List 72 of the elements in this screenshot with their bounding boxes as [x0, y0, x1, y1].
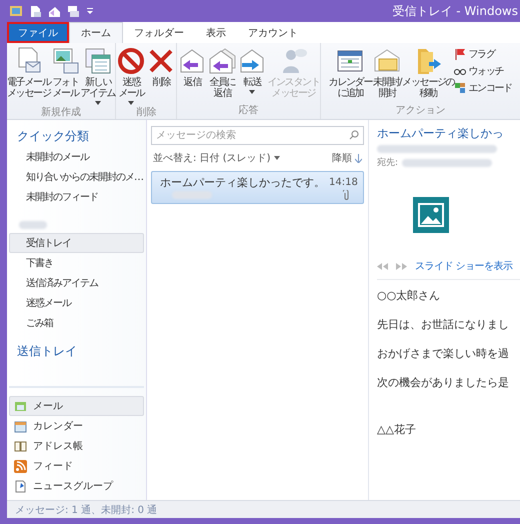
quick-view-item[interactable]: 知り合いからの未開封のメ… [9, 167, 144, 187]
book-icon [14, 440, 27, 452]
folder-item[interactable]: 迷惑メール [9, 293, 144, 313]
no-entry-icon [116, 46, 146, 76]
photo-mail-icon [50, 46, 81, 76]
calendar-icon [14, 420, 27, 432]
body-text: △△花子 [377, 422, 417, 437]
group-label: 応答 [238, 104, 258, 118]
folder-item[interactable]: 送信済みアイテム [9, 273, 144, 293]
ribbon-button[interactable]: カレンダー に追加 [328, 46, 372, 99]
body-text: 先日は、お世話になりまし [377, 317, 510, 332]
ribbon-button[interactable]: 全員に 返信 [207, 46, 238, 99]
group-label: 削除 [136, 106, 156, 120]
encode-icon [454, 82, 466, 94]
section-header[interactable]: 送信トレイ [9, 343, 144, 362]
quick-view-item[interactable]: 未開封のフィード [9, 187, 144, 207]
section-header[interactable]: クイック分類 [9, 128, 144, 147]
ribbon-button[interactable]: 迷惑 メール [116, 46, 146, 105]
search-icon[interactable] [349, 130, 359, 140]
body-text: 次の機会がありましたら是 [377, 375, 510, 390]
file-tab[interactable]: ファイル [7, 22, 69, 43]
ribbon-button[interactable]: 電子メール メッセージ [7, 46, 51, 99]
message-subject: ホームパーティ楽しかっ [377, 126, 504, 141]
ribbon-button[interactable]: フォト メール [50, 46, 81, 99]
slideshow-link[interactable]: スライド ショーを表示 [415, 259, 513, 273]
newsgroup-icon [14, 480, 27, 492]
new-mail-icon[interactable] [29, 4, 42, 18]
status-text: メッセージ: 1 通、未開封: 0 通 [15, 504, 158, 516]
ribbon-button[interactable]: 転送 [237, 46, 268, 94]
folder-item[interactable]: ごみ箱 [9, 313, 144, 333]
app-icon[interactable] [9, 4, 23, 18]
module-button[interactable]: ニュースグループ [9, 476, 144, 496]
recipient-label: 宛先: [377, 156, 398, 169]
folder-item[interactable]: 下書き [9, 253, 144, 273]
module-button[interactable]: メール [9, 396, 144, 416]
sort-order-button[interactable]: 降順 [332, 151, 362, 165]
search-field[interactable]: メッセージの検索 [151, 126, 364, 145]
message-time: 14:18 [329, 177, 358, 188]
ribbon-tab[interactable]: ホーム [69, 22, 123, 43]
arrow-down-icon [355, 154, 362, 162]
module-button[interactable]: フィード [9, 456, 144, 476]
quick-view-item[interactable]: 未開封のメール [9, 147, 144, 167]
reply-all-icon [207, 46, 238, 76]
mail-icon [14, 400, 27, 412]
ribbon-small-button[interactable]: エンコード [454, 81, 512, 95]
ribbon-button[interactable]: メッセージの 移動 [402, 46, 454, 99]
ribbon-small-button[interactable]: フラグ [454, 47, 512, 61]
body-text: ○○太郎さん [377, 288, 442, 303]
message-item[interactable]: ホームパーティ楽しかったです。 14:18 [151, 171, 364, 204]
folder-item[interactable]: 受信トレイ [9, 233, 144, 253]
ribbon-button[interactable]: 削除 [146, 46, 176, 88]
customize-icon[interactable] [86, 6, 94, 16]
ribbon-small-button[interactable]: ウォッチ [454, 64, 512, 78]
module-button[interactable]: カレンダー [9, 416, 144, 436]
window-title: 受信トレイ - Windows [392, 2, 519, 20]
send-receive-icon[interactable] [67, 4, 80, 18]
flag-icon [454, 48, 466, 60]
sort-button[interactable]: 並べ替え: 日付 (スレッド) [153, 151, 280, 165]
body-text: おかげさまで楽しい時を過 [377, 346, 510, 361]
group-label: アクション [395, 104, 446, 118]
redacted-text [19, 221, 47, 229]
module-button[interactable]: アドレス帳 [9, 436, 144, 456]
calendar-document-icon [82, 46, 113, 76]
ribbon-button[interactable]: 未開封/ 開封 [372, 46, 402, 99]
message-subject: ホームパーティ楽しかったです。 [160, 175, 325, 190]
ribbon-button[interactable]: 新しい アイテム [80, 46, 116, 105]
rss-icon [14, 460, 27, 472]
reply-icon[interactable] [48, 4, 61, 18]
caret-icon [274, 156, 280, 160]
group-label: 新規作成 [41, 106, 82, 120]
ribbon-button[interactable]: 返信 [177, 46, 208, 88]
image-icon[interactable] [413, 197, 449, 233]
